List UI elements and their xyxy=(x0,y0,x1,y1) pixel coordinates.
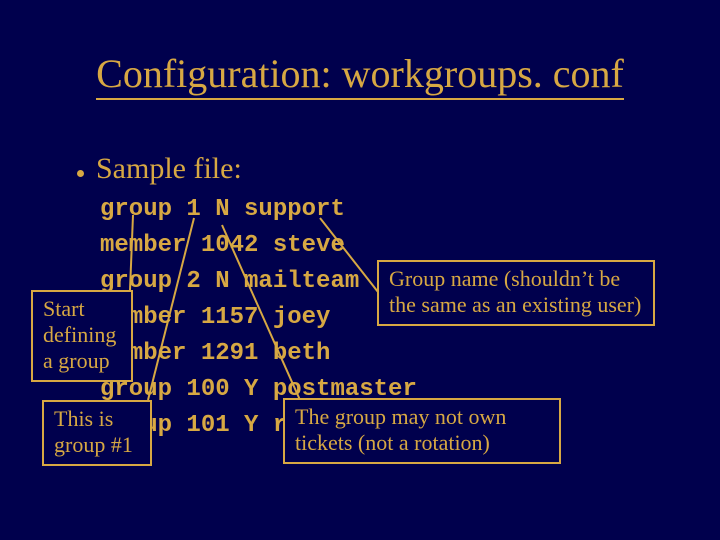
callout-may-not-own: The group may not own tickets (not a rot… xyxy=(283,398,561,464)
callout-group-number: This is group #1 xyxy=(42,400,152,466)
bullet-text: Sample file: xyxy=(96,152,242,186)
bullet-marker xyxy=(77,170,84,177)
title-underline xyxy=(96,98,624,100)
callout-start-defining: Start defining a group xyxy=(31,290,133,382)
code-line-4: member 1157 joey xyxy=(100,304,330,331)
callout-group-name: Group name (shouldn’t be the same as an … xyxy=(377,260,655,326)
code-line-3: group 2 N mailteam xyxy=(100,268,359,295)
slide-title: Configuration: workgroups. conf xyxy=(0,50,720,97)
code-line-5: member 1291 beth xyxy=(100,340,330,367)
code-line-1: group 1 N support xyxy=(100,196,345,223)
code-line-2: member 1042 steve xyxy=(100,232,345,259)
